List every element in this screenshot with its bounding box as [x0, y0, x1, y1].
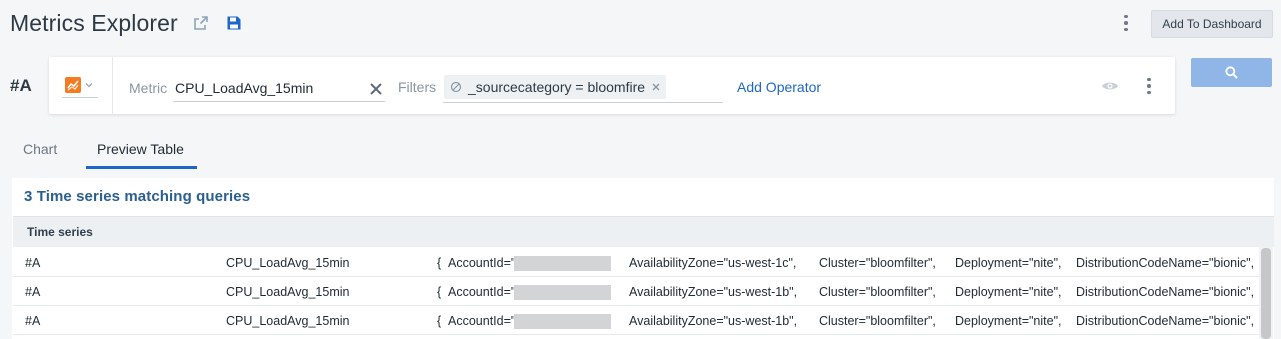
cell-account: AccountId=" [448, 285, 516, 299]
divider [112, 57, 113, 114]
remove-icon[interactable] [651, 82, 661, 92]
table-header [13, 216, 1274, 247]
metric-label: Metric [129, 80, 168, 96]
cell-cluster: Cluster="bloomfilter", [819, 314, 936, 328]
tab-chart[interactable]: Chart [23, 141, 57, 157]
active-tab-indicator [86, 166, 197, 169]
cell-brace: { [437, 285, 442, 299]
cell-cluster: Cluster="bloomfilter", [819, 285, 936, 299]
cell-account: AccountId=" [448, 256, 516, 270]
redacted-value [514, 285, 611, 300]
column-header-time-series: Time series [27, 225, 93, 239]
cell-distribution: DistributionCodeName="bionic", [1076, 285, 1255, 299]
query-id-label: #A [10, 76, 32, 95]
cell-deployment: Deployment="nite", [955, 314, 1062, 328]
add-operator-link[interactable]: Add Operator [737, 79, 821, 95]
cell-deployment: Deployment="nite", [955, 285, 1062, 299]
match-count: 3 Time series matching queries [24, 188, 251, 205]
cell-zone: AvailabilityZone="us-west-1b", [629, 314, 798, 328]
save-icon[interactable] [226, 15, 242, 31]
cell-metric: CPU_LoadAvg_15min [226, 314, 350, 328]
chart-type-selector[interactable] [62, 72, 98, 98]
clear-icon[interactable] [369, 82, 383, 96]
metric-input[interactable] [173, 74, 385, 102]
cell-query: #A [25, 256, 41, 270]
cell-zone: AvailabilityZone="us-west-1b", [629, 285, 798, 299]
search-button[interactable] [1191, 58, 1272, 87]
more-vertical-icon[interactable] [1119, 12, 1133, 34]
scrollbar-thumb[interactable] [1261, 248, 1271, 339]
add-to-dashboard-button[interactable]: Add To Dashboard [1151, 10, 1273, 38]
eye-icon[interactable] [1101, 80, 1119, 92]
chart-type-icon [65, 76, 81, 93]
chevron-down-icon [85, 82, 93, 87]
share-icon[interactable] [193, 15, 209, 31]
filter-chip-label: _sourcecategory = bloomfire [468, 79, 646, 95]
cell-zone: AvailabilityZone="us-west-1c", [629, 256, 797, 270]
cell-metric: CPU_LoadAvg_15min [226, 285, 350, 299]
query-more-icon[interactable] [1142, 75, 1156, 97]
filter-exclude-icon[interactable] [450, 81, 462, 93]
search-icon [1225, 66, 1238, 79]
cell-brace: { [437, 314, 442, 328]
cell-query: #A [25, 314, 41, 328]
cell-query: #A [25, 285, 41, 299]
tab-preview-table[interactable]: Preview Table [97, 141, 184, 157]
cell-cluster: Cluster="bloomfilter", [819, 256, 936, 270]
redacted-value [514, 314, 611, 329]
cell-metric: CPU_LoadAvg_15min [226, 256, 350, 270]
cell-brace: { [437, 256, 442, 270]
redacted-value [514, 256, 611, 271]
page-title: Metrics Explorer [10, 10, 178, 36]
filters-label: Filters [398, 79, 437, 95]
cell-distribution: DistributionCodeName="bionic", [1076, 256, 1255, 270]
cell-deployment: Deployment="nite", [955, 256, 1062, 270]
cell-distribution: DistributionCodeName="bionic", [1076, 314, 1255, 328]
cell-account: AccountId=" [448, 314, 516, 328]
filter-chip[interactable]: _sourcecategory = bloomfire [444, 75, 666, 99]
